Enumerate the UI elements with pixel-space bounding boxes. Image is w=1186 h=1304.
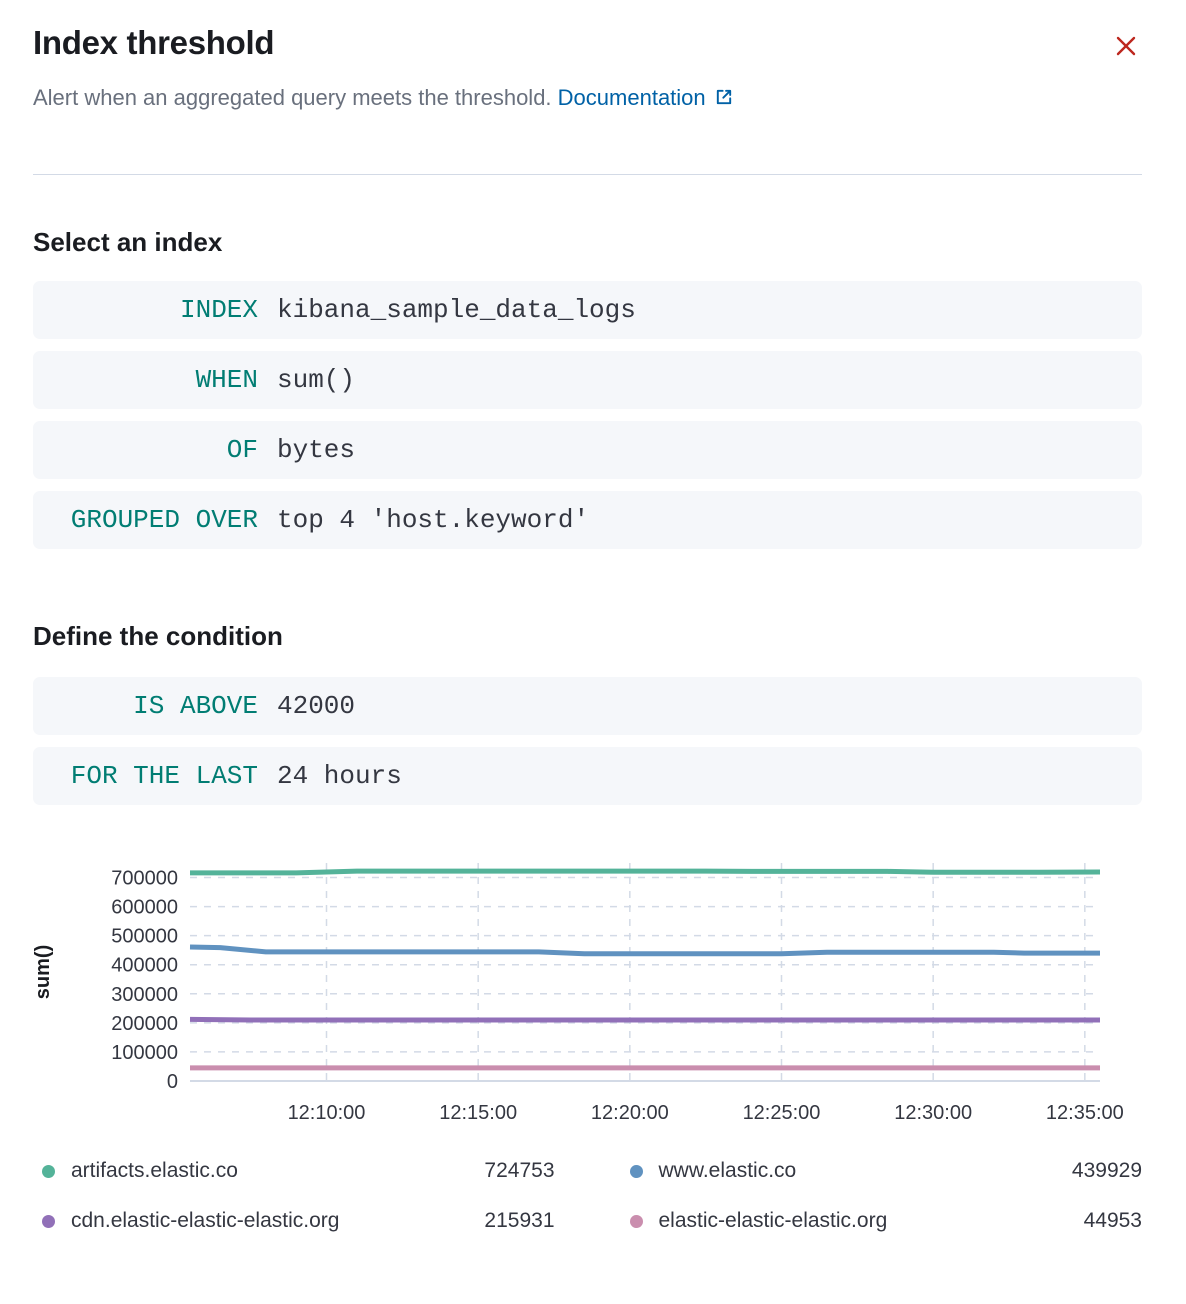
legend-label: elastic-elastic-elastic.org <box>659 1209 888 1233</box>
legend-value: 215931 <box>484 1209 554 1233</box>
expression-keyword: FOR THE LAST <box>33 761 258 791</box>
x-tick-label: 12:15:00 <box>439 1102 517 1123</box>
expression-threshold[interactable]: IS ABOVE 42000 <box>33 677 1142 735</box>
index-threshold-flyout: Index threshold Alert when an aggregated… <box>0 0 1186 1233</box>
define-condition-heading: Define the condition <box>33 619 1142 653</box>
y-tick-label: 300000 <box>111 984 178 1006</box>
page-subtitle: Alert when an aggregated query meets the… <box>33 81 1142 114</box>
expression-keyword: OF <box>33 435 258 465</box>
chart-legend: artifacts.elastic.co 724753 www.elastic.… <box>33 1159 1142 1233</box>
chart-series-line <box>190 871 1100 873</box>
y-tick-label: 100000 <box>111 1042 178 1064</box>
expression-value: top 4 'host.keyword' <box>277 505 589 535</box>
threshold-chart-svg: 0 100000 200000 300000 400000 500000 600000 700… <box>33 849 1142 1123</box>
define-condition-section: Define the condition IS ABOVE 42000 FOR … <box>33 619 1142 805</box>
y-tick-label: 0 <box>167 1071 178 1093</box>
select-index-section: Select an index INDEX kibana_sample_data… <box>33 225 1142 549</box>
legend-item-www: www.elastic.co 439929 <box>621 1159 1143 1183</box>
x-tick-label: 12:35:00 <box>1046 1102 1124 1123</box>
legend-item-cdn: cdn.elastic-elastic-elastic.org 215931 <box>33 1209 555 1233</box>
close-icon <box>1112 32 1140 60</box>
expression-keyword: GROUPED OVER <box>33 505 258 535</box>
legend-label: cdn.elastic-elastic-elastic.org <box>71 1209 339 1233</box>
expression-keyword: INDEX <box>33 295 258 325</box>
subtitle-text: Alert when an aggregated query meets the… <box>33 85 552 110</box>
legend-item-elastic: elastic-elastic-elastic.org 44953 <box>621 1209 1143 1233</box>
legend-value: 724753 <box>484 1159 554 1183</box>
flyout-header: Index threshold <box>33 24 1142 65</box>
x-tick-label: 12:30:00 <box>894 1102 972 1123</box>
external-link-icon <box>713 86 735 108</box>
y-tick-label: 500000 <box>111 926 178 948</box>
legend-value: 439929 <box>1072 1159 1142 1183</box>
documentation-link-label: Documentation <box>558 85 706 110</box>
expression-of-field[interactable]: OF bytes <box>33 421 1142 479</box>
expression-index[interactable]: INDEX kibana_sample_data_logs <box>33 281 1142 339</box>
y-axis-title: sum() <box>33 945 54 999</box>
expression-value: bytes <box>277 435 355 465</box>
page-title: Index threshold <box>33 24 274 62</box>
chart-series-line <box>190 1019 1100 1020</box>
expression-time-window[interactable]: FOR THE LAST 24 hours <box>33 747 1142 805</box>
expression-value: kibana_sample_data_logs <box>277 295 636 325</box>
legend-dot <box>42 1215 55 1228</box>
threshold-preview-chart: 0 100000 200000 300000 400000 500000 600000 700… <box>33 849 1142 1123</box>
expression-group-by[interactable]: GROUPED OVER top 4 'host.keyword' <box>33 491 1142 549</box>
expression-value: 42000 <box>277 691 355 721</box>
x-tick-label: 12:20:00 <box>591 1102 669 1123</box>
expression-value: sum() <box>277 365 355 395</box>
legend-dot <box>630 1215 643 1228</box>
select-index-heading: Select an index <box>33 225 1142 259</box>
expression-keyword: IS ABOVE <box>33 691 258 721</box>
legend-value: 44953 <box>1084 1209 1142 1233</box>
expression-aggregation[interactable]: WHEN sum() <box>33 351 1142 409</box>
y-tick-label: 400000 <box>111 955 178 977</box>
x-tick-label: 12:10:00 <box>288 1102 366 1123</box>
expression-keyword: WHEN <box>33 365 258 395</box>
y-tick-label: 700000 <box>111 868 178 890</box>
legend-dot <box>630 1165 643 1178</box>
legend-item-artifacts: artifacts.elastic.co 724753 <box>33 1159 555 1183</box>
legend-label: artifacts.elastic.co <box>71 1159 238 1183</box>
close-button[interactable] <box>1110 30 1142 65</box>
documentation-link[interactable]: Documentation <box>558 85 735 110</box>
header-divider <box>33 174 1142 175</box>
x-tick-label: 12:25:00 <box>743 1102 821 1123</box>
legend-dot <box>42 1165 55 1178</box>
y-tick-label: 600000 <box>111 897 178 919</box>
y-tick-label: 200000 <box>111 1013 178 1035</box>
legend-label: www.elastic.co <box>659 1159 797 1183</box>
expression-value: 24 hours <box>277 761 402 791</box>
